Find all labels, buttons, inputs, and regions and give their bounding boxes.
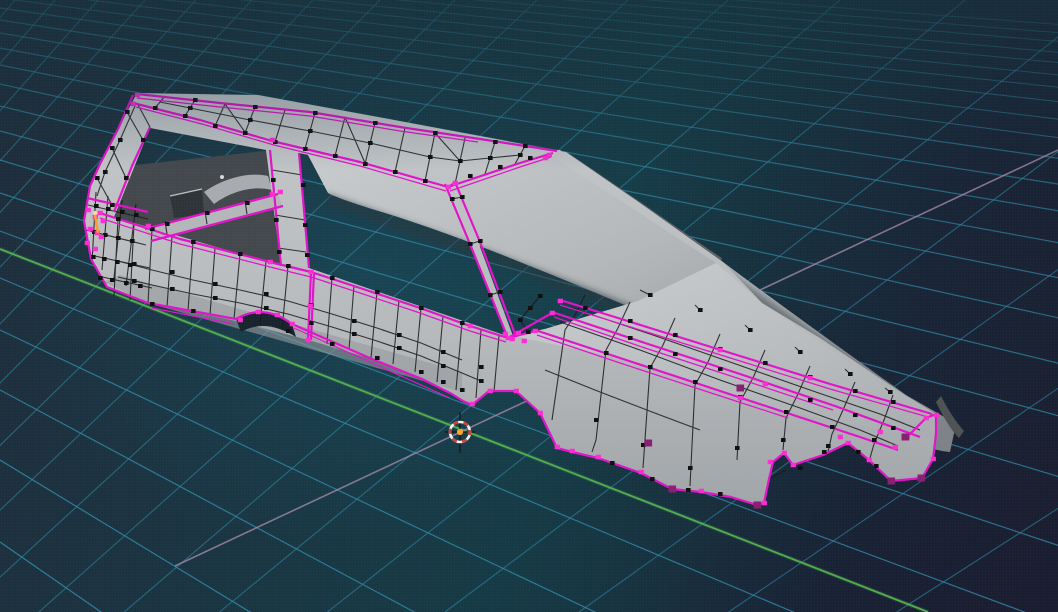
car-mesh[interactable] [82, 92, 964, 509]
car-near-half [84, 93, 936, 505]
viewport-3d[interactable] [0, 0, 1058, 612]
cursor-3d[interactable] [445, 412, 475, 453]
